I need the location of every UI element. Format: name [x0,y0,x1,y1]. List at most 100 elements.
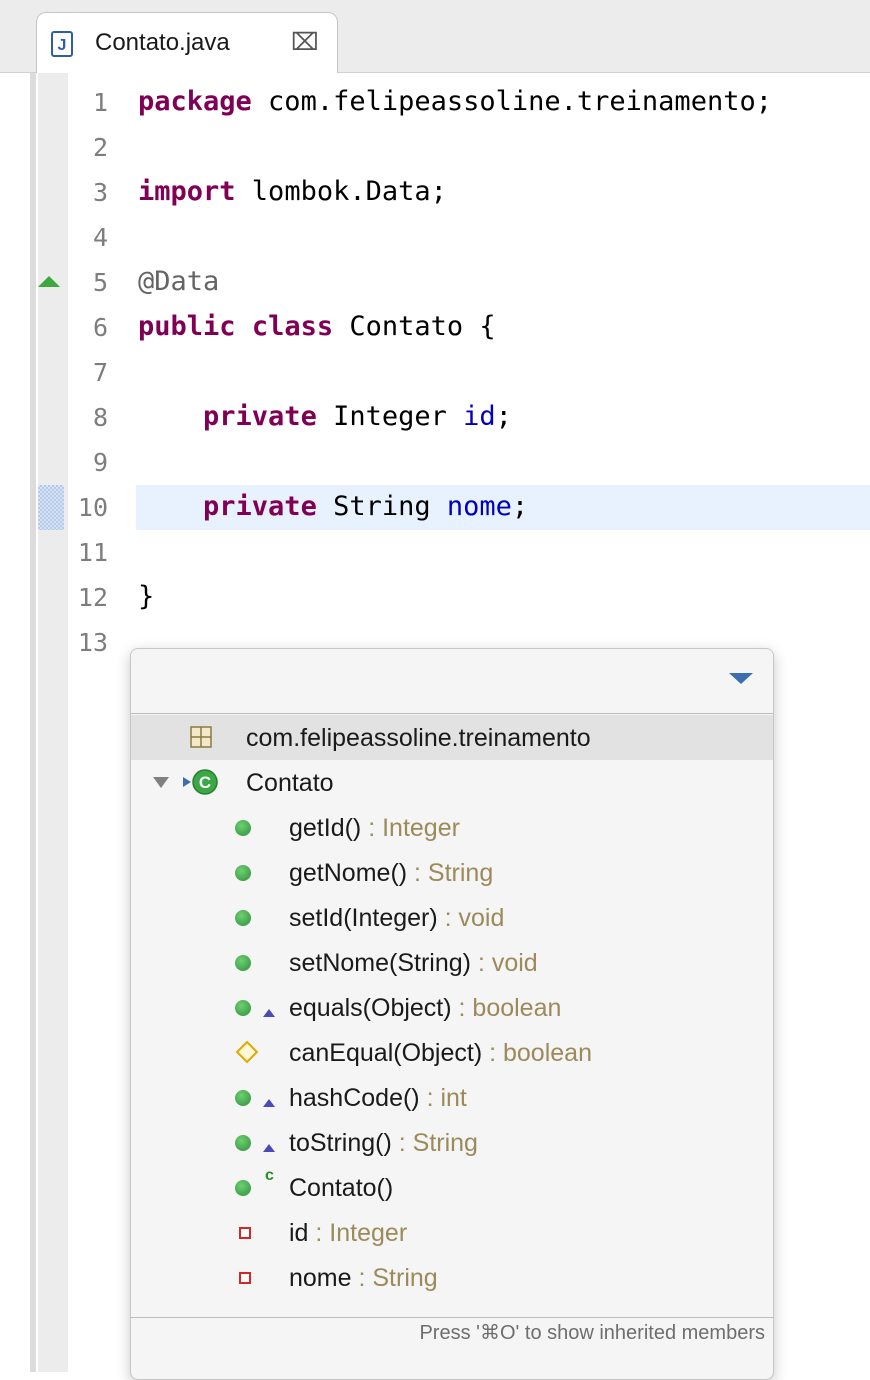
member-label: getNome() : String [289,859,493,888]
outline-member-row[interactable]: hashCode() : int [131,1075,773,1120]
member-label: hashCode() : int [289,1084,467,1113]
line-number: 1 [92,88,108,117]
member-label: setId(Integer) : void [289,904,504,933]
member-name: nome [289,1264,352,1292]
svg-text:J: J [58,37,67,54]
code-line[interactable]: 5 @Data [0,260,870,305]
code-text: package com.felipeassoline.treinamento; [138,86,772,117]
public-method-icon [235,1090,251,1106]
member-type: : Integer [361,814,460,842]
editor-tab-bar: J Contato.java ⌧ [0,0,870,73]
line-number: 4 [92,223,108,252]
outline-member-row[interactable]: getId() : Integer [131,805,773,850]
override-indicator-icon [263,1009,275,1017]
java-file-icon: J [51,31,73,57]
quick-outline-popup: com.felipeassoline.treinamento C Contato… [130,648,774,1380]
code-line[interactable]: 11 [0,530,870,575]
override-marker-icon[interactable] [38,276,60,287]
tab-contato-java[interactable]: J Contato.java ⌧ [36,12,338,73]
outline-member-row[interactable]: equals(Object) : boolean [131,985,773,1030]
class-icon: C [183,769,218,795]
member-label: equals(Object) : boolean [289,994,561,1023]
code-line[interactable]: 1 package com.felipeassoline.treinamento; [0,80,870,125]
line-number: 6 [92,313,108,342]
member-label: canEqual(Object) : boolean [289,1039,592,1068]
member-label: id : Integer [289,1219,407,1248]
member-name: setId(Integer) [289,904,438,932]
line-number: 7 [92,358,108,387]
public-method-icon [235,955,251,971]
outline-member-row[interactable]: setNome(String) : void [131,940,773,985]
member-label: getId() : Integer [289,814,460,843]
outline-member-row[interactable]: canEqual(Object) : boolean [131,1030,773,1075]
code-line[interactable]: 7 [0,350,870,395]
member-type: : String [407,859,494,887]
package-icon [190,726,212,748]
outline-member-row[interactable]: id : Integer [131,1210,773,1255]
code-line[interactable]: 3 import lombok.Data; [0,170,870,215]
public-method-icon [235,1000,251,1016]
outline-class-row[interactable]: C Contato [131,760,773,805]
constructor-indicator-icon: c [265,1167,274,1184]
outline-member-row[interactable]: getNome() : String [131,850,773,895]
outline-member-row[interactable]: c Contato() [131,1165,773,1210]
outline-footer: Press '⌘O' to show inherited members [131,1317,773,1346]
member-type: : void [471,949,538,977]
code-line[interactable]: 12} [0,575,870,620]
public-method-icon [235,1180,251,1196]
code-line[interactable]: 8 private Integer id; [0,395,870,440]
member-type: : void [437,904,505,932]
outline-member-row[interactable]: setId(Integer) : void [131,895,773,940]
close-icon[interactable]: ⌧ [291,29,319,57]
class-name: Contato [246,769,334,797]
code-text: private String nome; [203,491,529,522]
current-line-gutter-marker [38,485,64,530]
expand-toggle-icon[interactable] [153,777,169,788]
member-name: getId() [289,814,362,842]
code-line[interactable]: 2 [0,125,870,170]
view-menu-icon[interactable] [729,673,753,684]
member-name: Contato() [289,1174,394,1202]
member-label: toString() : String [289,1129,478,1158]
line-number: 8 [92,403,108,432]
member-type: : Integer [308,1219,408,1247]
line-number: 5 [92,268,108,297]
member-type: : int [419,1084,467,1112]
member-name: hashCode() [289,1084,420,1112]
override-indicator-icon [263,1099,275,1107]
protected-method-icon [235,1040,259,1064]
code-text: private Integer id; [203,401,512,432]
svg-text:C: C [199,773,211,792]
member-label: nome : String [289,1264,438,1293]
code-text: } [138,581,155,612]
outline-package-row[interactable]: com.felipeassoline.treinamento [131,715,773,760]
line-number: 11 [77,538,108,567]
code-text: import lombok.Data; [138,176,447,207]
member-name: id [289,1219,309,1247]
code-line[interactable]: 4 [0,215,870,260]
code-text: @Data [138,266,220,297]
override-indicator-icon [263,1144,275,1152]
inherited-members-hint: Press '⌘O' to show inherited members [419,1322,765,1344]
member-label: setNome(String) : void [289,949,538,978]
member-name: canEqual(Object) [289,1039,483,1067]
package-name: com.felipeassoline.treinamento [246,724,591,752]
member-name: getNome() [289,859,408,887]
code-line[interactable]: 6 public class Contato { [0,305,870,350]
private-field-icon [239,1272,251,1284]
member-name: toString() [289,1129,392,1157]
private-field-icon [239,1227,251,1239]
line-number: 13 [77,628,108,657]
outline-filter-bar[interactable] [131,649,773,714]
line-number: 2 [92,133,108,162]
code-text: public class Contato { [138,311,496,342]
line-number: 12 [77,583,108,612]
member-type: : String [351,1264,438,1292]
code-line[interactable]: 10 private String nome; [0,485,870,530]
member-name: equals(Object) [289,994,452,1022]
code-line[interactable]: 9 [0,440,870,485]
outline-member-row[interactable]: toString() : String [131,1120,773,1165]
member-name: setNome(String) [289,949,471,977]
member-label: Contato() [289,1174,393,1203]
outline-member-row[interactable]: nome : String [131,1255,773,1300]
